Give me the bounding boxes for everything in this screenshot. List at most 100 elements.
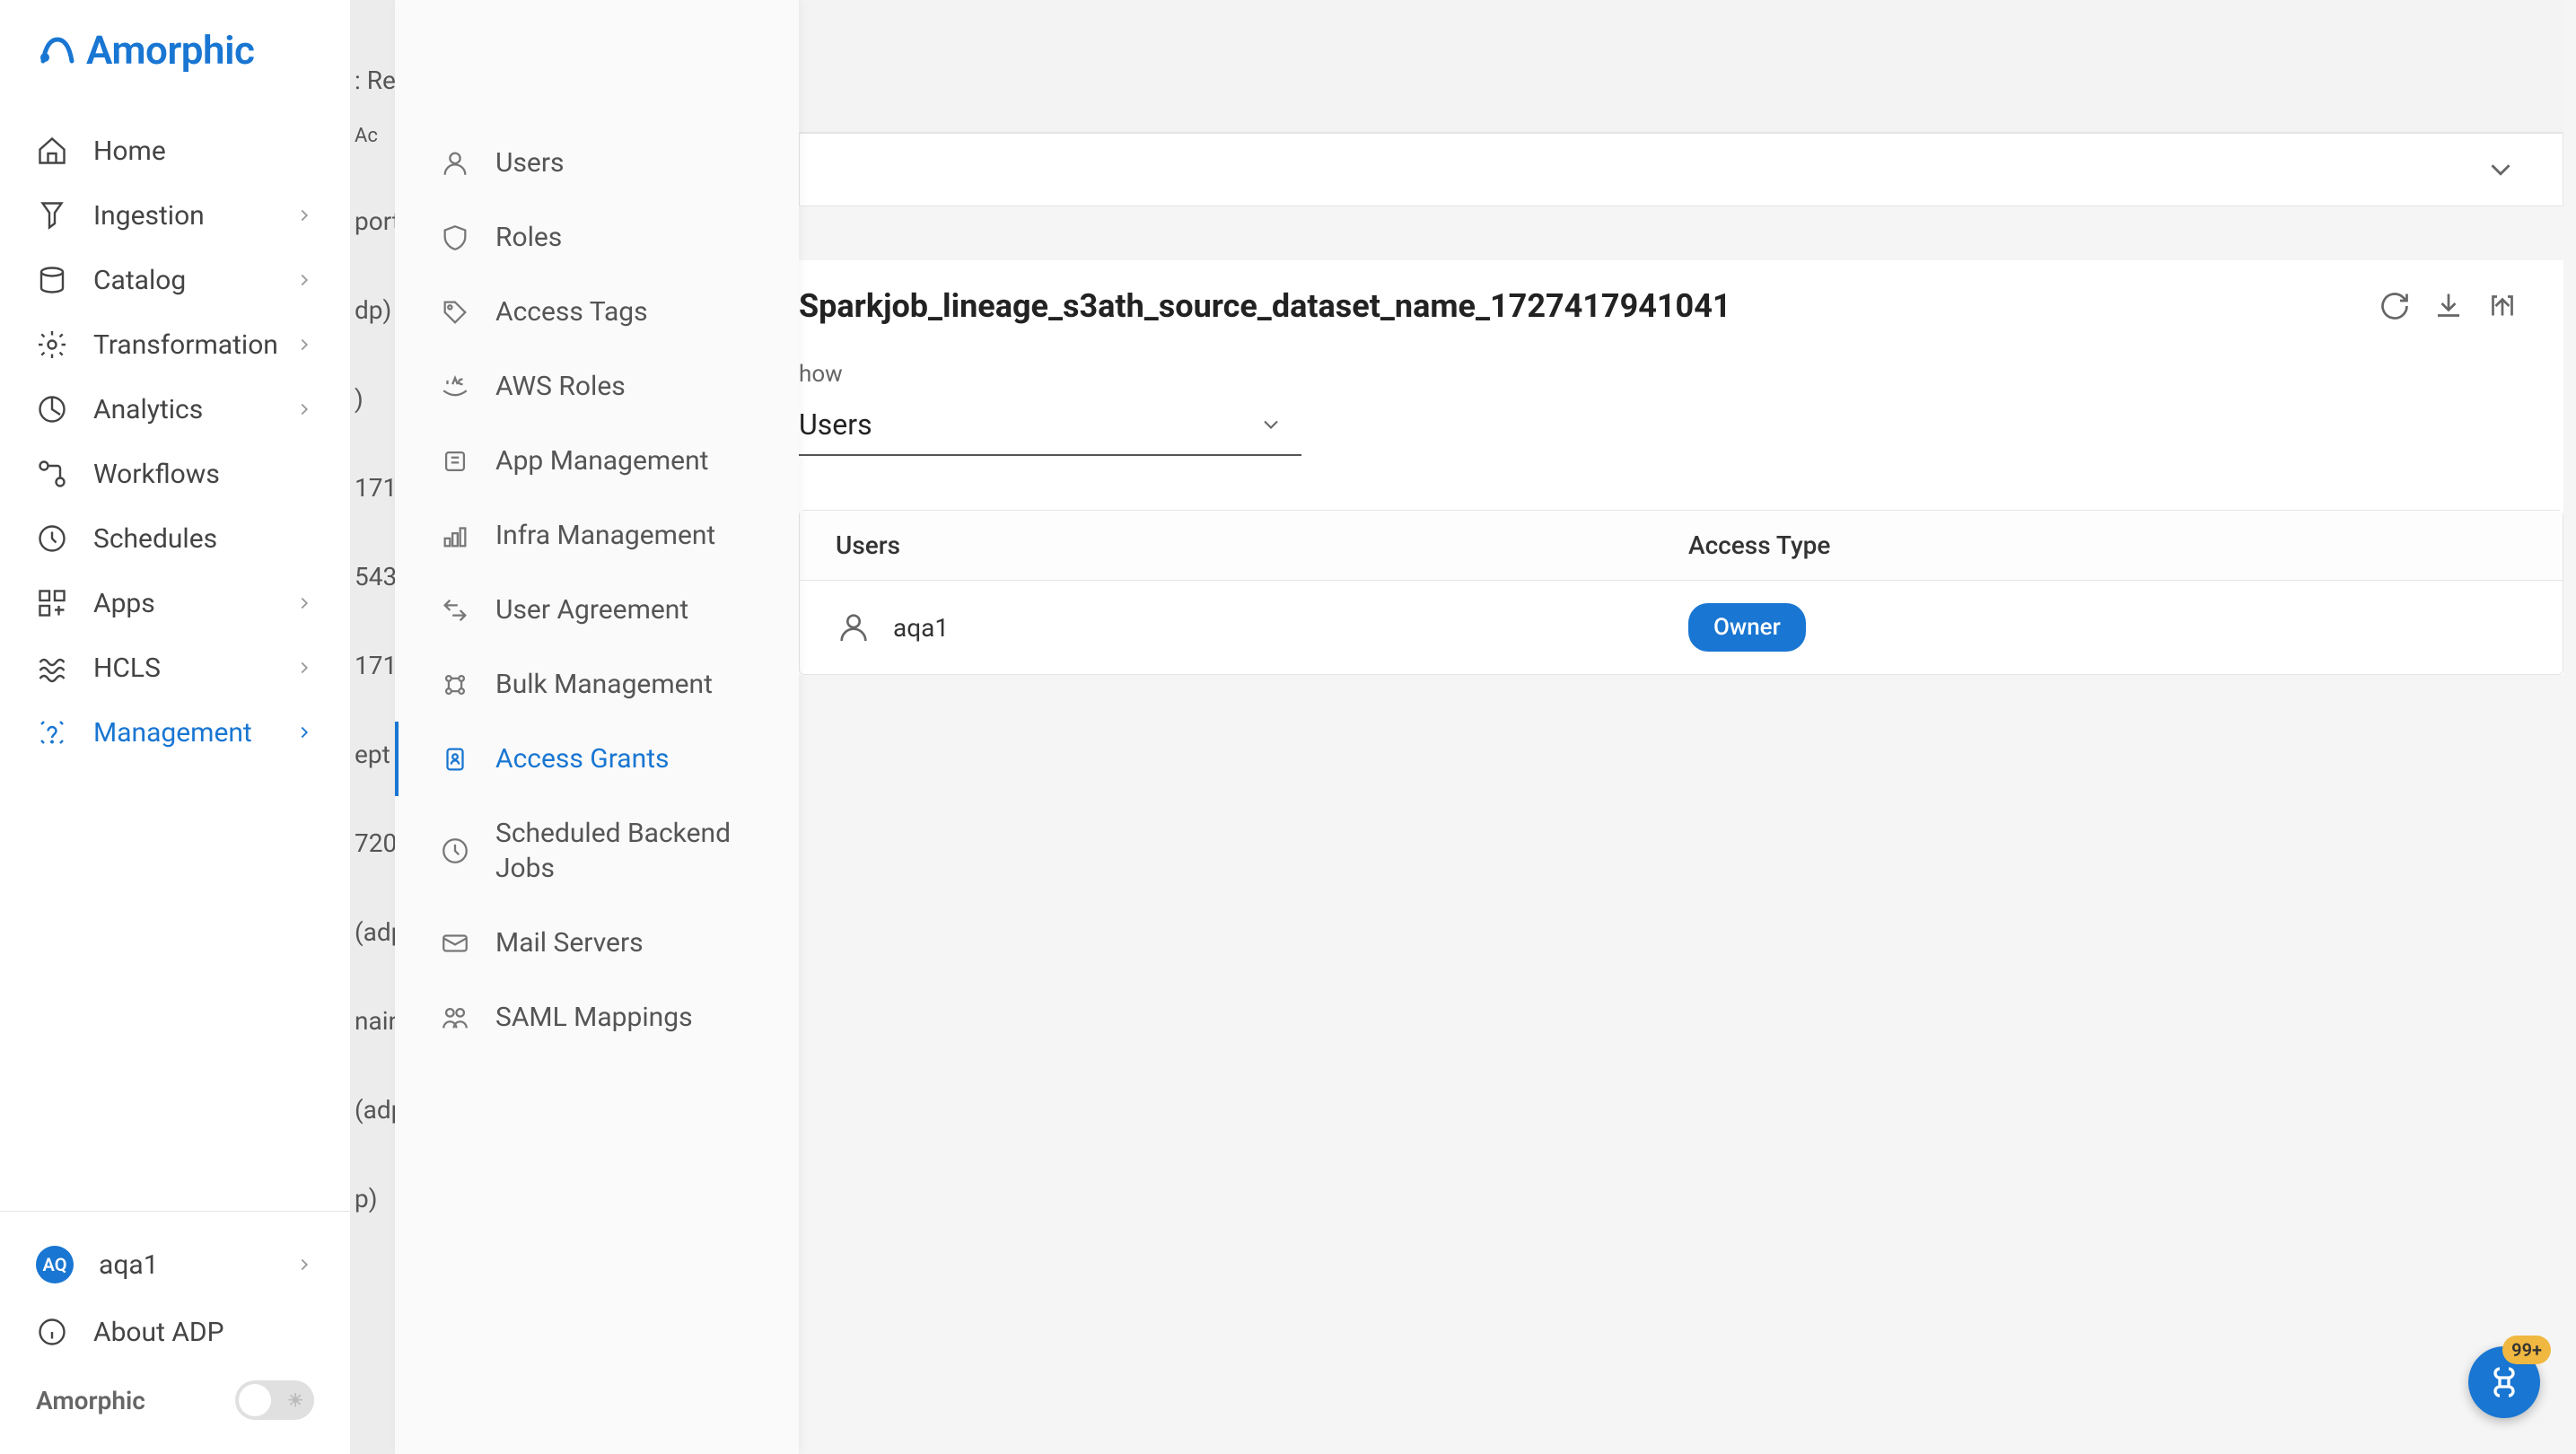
- subnav-label: Access Tags: [495, 294, 648, 329]
- subnav-user-agreement[interactable]: User Agreement: [395, 573, 799, 647]
- nav-catalog[interactable]: Catalog: [0, 248, 350, 312]
- nav-workflows[interactable]: Workflows: [0, 442, 350, 506]
- nav-analytics[interactable]: Analytics: [0, 377, 350, 442]
- nav-management[interactable]: Management: [0, 700, 350, 765]
- infra-icon: [440, 521, 470, 551]
- panel-actions: [2379, 290, 2519, 322]
- refresh-icon[interactable]: [2379, 290, 2411, 322]
- nav-label: Apps: [93, 588, 294, 619]
- subnav-label: AWS Roles: [495, 369, 626, 404]
- analytics-icon: [36, 393, 68, 425]
- cell-user-name: aqa1: [893, 613, 949, 643]
- user-icon: [836, 609, 872, 645]
- cell-user: aqa1: [836, 609, 1688, 645]
- users-icon: [440, 148, 470, 179]
- subnav-mail-servers[interactable]: Mail Servers: [395, 906, 799, 980]
- subnav-scheduled-jobs[interactable]: Scheduled Backend Jobs: [395, 796, 799, 906]
- user-name-label: aqa1: [99, 1249, 294, 1281]
- command-fab[interactable]: 99+: [2468, 1346, 2540, 1418]
- home-icon: [36, 135, 68, 167]
- sidebar-footer: AQ aqa1 About ADP Amorphic ☀: [0, 1211, 350, 1454]
- table: Users Access Type aqa1 Owner: [799, 510, 2563, 675]
- chevron-right-icon: [294, 593, 314, 613]
- toggle-knob: [239, 1384, 271, 1416]
- mail-icon: [440, 928, 470, 959]
- subnav-label: Scheduled Backend Jobs: [495, 816, 754, 886]
- nav-label: Schedules: [93, 523, 314, 555]
- sidebar-primary: Amorphic Home Ingestion Catalog: [0, 0, 350, 1454]
- subnav-aws-roles[interactable]: AWS Roles: [395, 349, 799, 424]
- chevron-down-icon: [2484, 153, 2518, 187]
- sun-icon: ☀: [287, 1389, 303, 1411]
- subnav-access-grants[interactable]: Access Grants: [395, 722, 799, 796]
- subnav-label: Access Grants: [495, 741, 670, 776]
- app-logo[interactable]: Amorphic: [0, 0, 350, 101]
- footer-about[interactable]: About ADP: [0, 1300, 350, 1364]
- ingestion-icon: [36, 199, 68, 232]
- subnav-label: Users: [495, 145, 565, 180]
- chevron-right-icon: [294, 335, 314, 355]
- tag-icon: [440, 297, 470, 328]
- shield-icon: [440, 223, 470, 253]
- table-header-users: Users: [836, 530, 1688, 560]
- share-icon[interactable]: [2486, 290, 2519, 322]
- download-icon[interactable]: [2432, 290, 2465, 322]
- panel-title: Sparkjob_lineage_s3ath_source_dataset_na…: [799, 287, 1731, 325]
- nav-hcls[interactable]: HCLS: [0, 635, 350, 700]
- app-mgmt-icon: [440, 446, 470, 477]
- subnav-saml-mappings[interactable]: SAML Mappings: [395, 980, 799, 1055]
- chevron-right-icon: [294, 206, 314, 225]
- cell-access: Owner: [1688, 614, 1806, 641]
- topbar: [799, 0, 2563, 133]
- nav-primary: Home Ingestion Catalog Transformation: [0, 101, 350, 1211]
- nav-apps[interactable]: Apps: [0, 571, 350, 635]
- table-header: Users Access Type: [800, 511, 2563, 581]
- chevron-down-icon: [1258, 412, 1284, 437]
- chevron-right-icon: [294, 1255, 314, 1274]
- amorphic-logo-icon: [36, 29, 79, 72]
- main-content: Sparkjob_lineage_s3ath_source_dataset_na…: [799, 0, 2563, 1454]
- nav-schedules[interactable]: Schedules: [0, 506, 350, 571]
- subnav-label: User Agreement: [495, 592, 688, 627]
- aws-icon: [440, 372, 470, 402]
- catalog-icon: [36, 264, 68, 296]
- select-value: Users: [799, 407, 872, 442]
- chevron-right-icon: [294, 270, 314, 290]
- apps-icon: [36, 587, 68, 619]
- workflows-icon: [36, 458, 68, 490]
- subnav-roles[interactable]: Roles: [395, 200, 799, 275]
- subnav-users[interactable]: Users: [395, 126, 799, 200]
- chevron-right-icon: [294, 399, 314, 419]
- footer-brand: Amorphic ☀: [0, 1364, 350, 1436]
- panel-header: Sparkjob_lineage_s3ath_source_dataset_na…: [799, 260, 2563, 343]
- subnav-infra-management[interactable]: Infra Management: [395, 498, 799, 573]
- expandable-bar[interactable]: [799, 133, 2563, 206]
- main-panel: Sparkjob_lineage_s3ath_source_dataset_na…: [799, 260, 2563, 675]
- nav-label: Management: [93, 717, 294, 749]
- theme-toggle[interactable]: ☀: [235, 1380, 314, 1420]
- subnav-app-management[interactable]: App Management: [395, 424, 799, 498]
- nav-label: Home: [93, 136, 314, 167]
- hcls-icon: [36, 652, 68, 684]
- nav-ingestion[interactable]: Ingestion: [0, 183, 350, 248]
- subnav-label: App Management: [495, 443, 708, 478]
- nav-transformation[interactable]: Transformation: [0, 312, 350, 377]
- table-row: aqa1 Owner: [800, 581, 2563, 674]
- sidebar-secondary: Users Roles Access Tags AWS Roles App Ma…: [395, 0, 799, 1454]
- agreement-icon: [440, 595, 470, 626]
- nav-home[interactable]: Home: [0, 118, 350, 183]
- saml-icon: [440, 1003, 470, 1033]
- app-logo-text: Amorphic: [86, 27, 254, 74]
- transformation-icon: [36, 328, 68, 361]
- access-grants-icon: [440, 744, 470, 775]
- footer-brand-label: Amorphic: [36, 1386, 145, 1415]
- subnav-label: Mail Servers: [495, 925, 644, 960]
- info-icon: [36, 1316, 68, 1348]
- schedules-icon: [36, 522, 68, 555]
- select-users[interactable]: Users: [799, 395, 1301, 456]
- nav-label: Analytics: [93, 394, 294, 425]
- subnav-access-tags[interactable]: Access Tags: [395, 275, 799, 349]
- subnav-label: Roles: [495, 220, 562, 255]
- subnav-bulk-management[interactable]: Bulk Management: [395, 647, 799, 722]
- footer-user[interactable]: AQ aqa1: [0, 1230, 350, 1300]
